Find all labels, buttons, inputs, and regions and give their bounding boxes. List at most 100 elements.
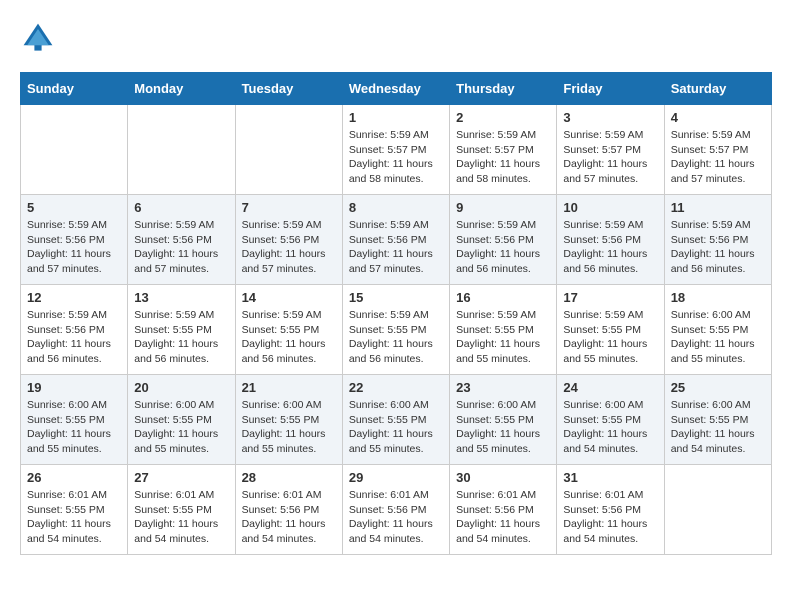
day-info: Sunrise: 5:59 AM Sunset: 5:55 PM Dayligh…	[456, 308, 550, 367]
day-info: Sunrise: 6:00 AM Sunset: 5:55 PM Dayligh…	[456, 398, 550, 457]
day-header-saturday: Saturday	[664, 73, 771, 105]
day-header-thursday: Thursday	[450, 73, 557, 105]
calendar-cell: 12Sunrise: 5:59 AM Sunset: 5:56 PM Dayli…	[21, 285, 128, 375]
day-number: 3	[563, 110, 657, 125]
day-header-wednesday: Wednesday	[342, 73, 449, 105]
day-info: Sunrise: 5:59 AM Sunset: 5:55 PM Dayligh…	[242, 308, 336, 367]
day-info: Sunrise: 5:59 AM Sunset: 5:55 PM Dayligh…	[134, 308, 228, 367]
day-number: 27	[134, 470, 228, 485]
logo-icon	[20, 20, 56, 56]
day-number: 21	[242, 380, 336, 395]
day-info: Sunrise: 5:59 AM Sunset: 5:56 PM Dayligh…	[27, 218, 121, 277]
day-number: 30	[456, 470, 550, 485]
day-info: Sunrise: 6:01 AM Sunset: 5:55 PM Dayligh…	[134, 488, 228, 547]
calendar-cell: 17 Sunrise: 5:59 AM Sunset: 5:55 PM Dayli…	[557, 285, 664, 375]
day-info: Sunrise: 5:59 AM Sunset: 5:55 PM Dayligh…	[349, 308, 443, 367]
day-info: Sunrise: 5:59 AM Sunset: 5:56 PM Dayligh…	[456, 218, 550, 277]
day-number: 12	[27, 290, 121, 305]
calendar-cell: 13 Sunrise: 5:59 AM Sunset: 5:55 PM Dayli…	[128, 285, 235, 375]
calendar-cell: 5 Sunrise: 5:59 AM Sunset: 5:56 PM Daylig…	[21, 195, 128, 285]
calendar-table: SundayMondayTuesdayWednesdayThursdayFrid…	[20, 72, 772, 555]
days-header-row: SundayMondayTuesdayWednesdayThursdayFrid…	[21, 73, 772, 105]
calendar-cell: 18Sunrise: 6:00 AM Sunset: 5:55 PM Dayli…	[664, 285, 771, 375]
calendar-cell: 28 Sunrise: 6:01 AM Sunset: 5:56 PM Dayli…	[235, 465, 342, 555]
day-number: 5	[27, 200, 121, 215]
calendar-cell: 4Sunrise: 5:59 AM Sunset: 5:57 PM Daylig…	[664, 105, 771, 195]
day-header-friday: Friday	[557, 73, 664, 105]
calendar-cell: 22Sunrise: 6:00 AM Sunset: 5:55 PM Dayli…	[342, 375, 449, 465]
day-info: Sunrise: 6:00 AM Sunset: 5:55 PM Dayligh…	[671, 398, 765, 457]
calendar-cell: 1 Sunrise: 5:59 AM Sunset: 5:57 PM Daylig…	[342, 105, 449, 195]
day-header-monday: Monday	[128, 73, 235, 105]
day-info: Sunrise: 6:01 AM Sunset: 5:56 PM Dayligh…	[242, 488, 336, 547]
day-info: Sunrise: 6:00 AM Sunset: 5:55 PM Dayligh…	[242, 398, 336, 457]
day-number: 14	[242, 290, 336, 305]
calendar-cell: 20 Sunrise: 6:00 AM Sunset: 5:55 PM Dayli…	[128, 375, 235, 465]
day-number: 29	[349, 470, 443, 485]
calendar-week-row: 1 Sunrise: 5:59 AM Sunset: 5:57 PM Daylig…	[21, 105, 772, 195]
day-info: Sunrise: 5:59 AM Sunset: 5:56 PM Dayligh…	[349, 218, 443, 277]
day-number: 9	[456, 200, 550, 215]
day-info: Sunrise: 6:00 AM Sunset: 5:55 PM Dayligh…	[134, 398, 228, 457]
calendar-cell: 23 Sunrise: 6:00 AM Sunset: 5:55 PM Dayli…	[450, 375, 557, 465]
day-number: 4	[671, 110, 765, 125]
calendar-week-row: 5 Sunrise: 5:59 AM Sunset: 5:56 PM Daylig…	[21, 195, 772, 285]
day-info: Sunrise: 6:01 AM Sunset: 5:55 PM Dayligh…	[27, 488, 121, 547]
calendar-cell: 30 Sunrise: 6:01 AM Sunset: 5:56 PM Dayli…	[450, 465, 557, 555]
calendar-cell	[235, 105, 342, 195]
day-info: Sunrise: 5:59 AM Sunset: 5:55 PM Dayligh…	[563, 308, 657, 367]
calendar-cell	[664, 465, 771, 555]
day-number: 13	[134, 290, 228, 305]
day-number: 19	[27, 380, 121, 395]
day-number: 10	[563, 200, 657, 215]
day-info: Sunrise: 5:59 AM Sunset: 5:56 PM Dayligh…	[563, 218, 657, 277]
calendar-cell: 14 Sunrise: 5:59 AM Sunset: 5:55 PM Dayli…	[235, 285, 342, 375]
calendar-cell: 6 Sunrise: 5:59 AM Sunset: 5:56 PM Daylig…	[128, 195, 235, 285]
day-number: 20	[134, 380, 228, 395]
calendar-cell: 15 Sunrise: 5:59 AM Sunset: 5:55 PM Dayli…	[342, 285, 449, 375]
day-number: 17	[563, 290, 657, 305]
calendar-cell	[21, 105, 128, 195]
day-number: 6	[134, 200, 228, 215]
calendar-cell: 2Sunrise: 5:59 AM Sunset: 5:57 PM Daylig…	[450, 105, 557, 195]
calendar-cell: 16 Sunrise: 5:59 AM Sunset: 5:55 PM Dayli…	[450, 285, 557, 375]
calendar-cell: 31Sunrise: 6:01 AM Sunset: 5:56 PM Dayli…	[557, 465, 664, 555]
day-info: Sunrise: 5:59 AM Sunset: 5:57 PM Dayligh…	[563, 128, 657, 187]
calendar-cell: 21 Sunrise: 6:00 AM Sunset: 5:55 PM Dayli…	[235, 375, 342, 465]
calendar-cell: 27 Sunrise: 6:01 AM Sunset: 5:55 PM Dayli…	[128, 465, 235, 555]
day-number: 16	[456, 290, 550, 305]
day-info: Sunrise: 6:01 AM Sunset: 5:56 PM Dayligh…	[456, 488, 550, 547]
calendar-week-row: 19 Sunrise: 6:00 AM Sunset: 5:55 PM Dayli…	[21, 375, 772, 465]
day-number: 31	[563, 470, 657, 485]
day-number: 24	[563, 380, 657, 395]
day-number: 1	[349, 110, 443, 125]
day-number: 23	[456, 380, 550, 395]
calendar-cell: 29 Sunrise: 6:01 AM Sunset: 5:56 PM Dayli…	[342, 465, 449, 555]
day-number: 25	[671, 380, 765, 395]
day-info: Sunrise: 5:59 AM Sunset: 5:56 PM Dayligh…	[134, 218, 228, 277]
calendar-cell: 11Sunrise: 5:59 AM Sunset: 5:56 PM Dayli…	[664, 195, 771, 285]
day-info: Sunrise: 5:59 AM Sunset: 5:56 PM Dayligh…	[242, 218, 336, 277]
day-number: 15	[349, 290, 443, 305]
calendar-cell: 24Sunrise: 6:00 AM Sunset: 5:55 PM Dayli…	[557, 375, 664, 465]
calendar-cell: 10 Sunrise: 5:59 AM Sunset: 5:56 PM Dayli…	[557, 195, 664, 285]
calendar-cell: 3 Sunrise: 5:59 AM Sunset: 5:57 PM Daylig…	[557, 105, 664, 195]
day-number: 28	[242, 470, 336, 485]
day-info: Sunrise: 6:00 AM Sunset: 5:55 PM Dayligh…	[349, 398, 443, 457]
calendar-cell: 8 Sunrise: 5:59 AM Sunset: 5:56 PM Daylig…	[342, 195, 449, 285]
logo	[20, 20, 60, 56]
day-info: Sunrise: 6:01 AM Sunset: 5:56 PM Dayligh…	[349, 488, 443, 547]
calendar-cell	[128, 105, 235, 195]
calendar-week-row: 26Sunrise: 6:01 AM Sunset: 5:55 PM Dayli…	[21, 465, 772, 555]
calendar-cell: 19 Sunrise: 6:00 AM Sunset: 5:55 PM Dayli…	[21, 375, 128, 465]
calendar-cell: 9 Sunrise: 5:59 AM Sunset: 5:56 PM Daylig…	[450, 195, 557, 285]
calendar-cell: 25 Sunrise: 6:00 AM Sunset: 5:55 PM Dayli…	[664, 375, 771, 465]
day-number: 8	[349, 200, 443, 215]
calendar-cell: 7Sunrise: 5:59 AM Sunset: 5:56 PM Daylig…	[235, 195, 342, 285]
day-info: Sunrise: 5:59 AM Sunset: 5:57 PM Dayligh…	[349, 128, 443, 187]
day-header-tuesday: Tuesday	[235, 73, 342, 105]
calendar-cell: 26Sunrise: 6:01 AM Sunset: 5:55 PM Dayli…	[21, 465, 128, 555]
page-header	[20, 20, 772, 56]
day-info: Sunrise: 6:00 AM Sunset: 5:55 PM Dayligh…	[27, 398, 121, 457]
day-info: Sunrise: 5:59 AM Sunset: 5:57 PM Dayligh…	[456, 128, 550, 187]
